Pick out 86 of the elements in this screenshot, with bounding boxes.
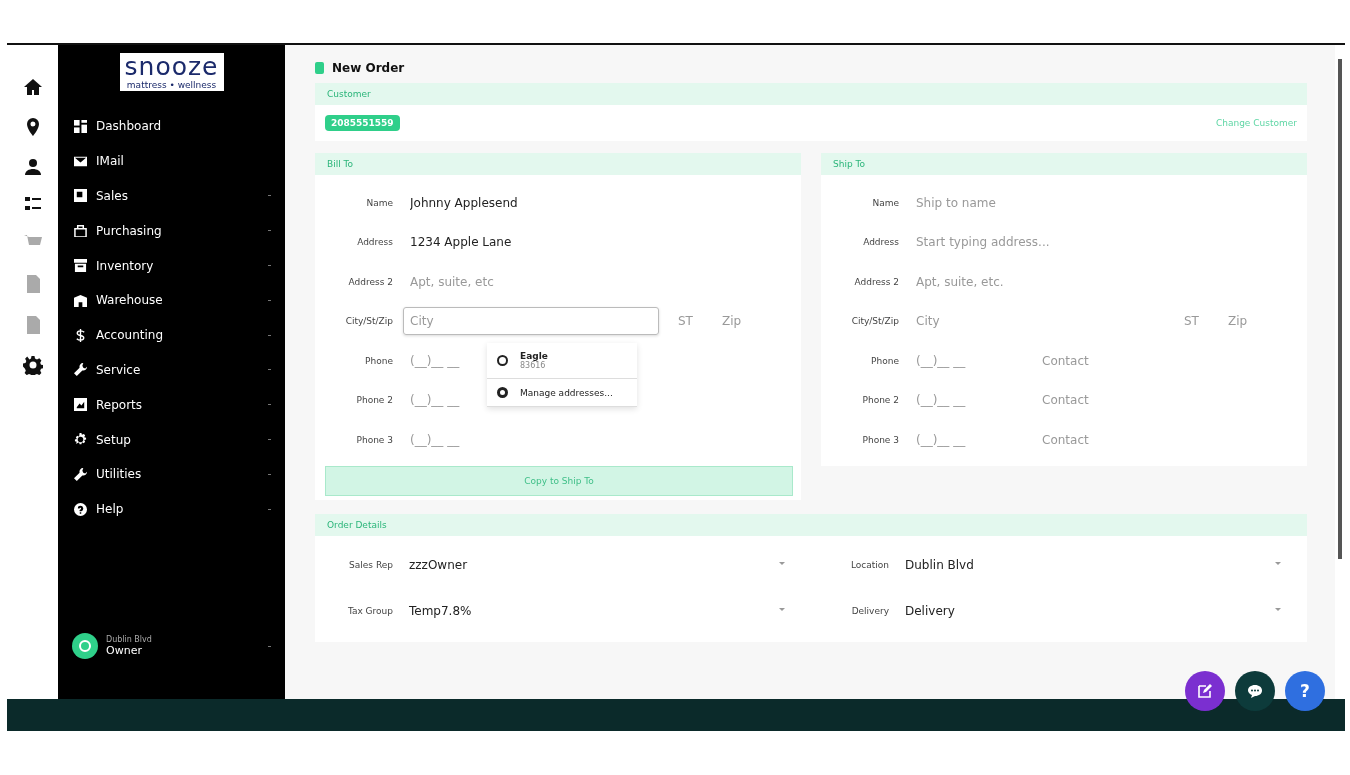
menu-item-icon bbox=[74, 398, 87, 412]
city-field[interactable]: City bbox=[403, 307, 659, 336]
chat-bubble-icon bbox=[1247, 683, 1263, 699]
zip-field[interactable]: Zip bbox=[1221, 307, 1271, 336]
edit-icon bbox=[1197, 683, 1213, 699]
document-icon bbox=[315, 62, 324, 74]
avatar-icon bbox=[72, 633, 98, 659]
contact-field[interactable]: Contact bbox=[1035, 346, 1185, 375]
sidebar-item[interactable]: Help bbox=[58, 491, 285, 527]
state-field[interactable]: ST bbox=[671, 307, 715, 336]
menu-item-icon bbox=[74, 363, 87, 377]
field-label: Location bbox=[849, 559, 889, 570]
field-label: Address 2 bbox=[347, 276, 393, 287]
menu-item-icon bbox=[74, 154, 87, 168]
dropdown-field[interactable]: Temp7.8% bbox=[403, 603, 791, 618]
user-location: Dublin Blvd bbox=[106, 635, 153, 644]
field-label: Phone 2 bbox=[355, 395, 393, 406]
sidebar-item[interactable]: Reports bbox=[58, 387, 285, 423]
field-label: Phone 2 bbox=[861, 395, 899, 406]
section-header: Ship To bbox=[821, 153, 1307, 175]
section-header: Order Details bbox=[315, 513, 1307, 536]
sidebar-item[interactable]: Utilities bbox=[58, 456, 285, 492]
text-field[interactable]: Start typing address... bbox=[909, 228, 1249, 257]
field-label: Phone 3 bbox=[355, 434, 393, 445]
field-label: Sales Rep bbox=[348, 559, 393, 570]
circle-icon bbox=[497, 355, 508, 367]
section-header: Customer bbox=[315, 83, 1307, 105]
dropdown-field[interactable]: Dublin Blvd bbox=[899, 557, 1287, 572]
zip-field[interactable]: Zip bbox=[715, 307, 765, 336]
suggestion-detail: 83616 bbox=[520, 361, 546, 371]
contact-field[interactable]: Contact bbox=[1035, 386, 1185, 415]
suggestion-item[interactable]: Manage addresses... bbox=[487, 379, 637, 408]
field-label: City/St/Zip bbox=[850, 316, 899, 327]
caret-icon bbox=[268, 645, 271, 647]
suggestion-item[interactable]: Eagle 83616 bbox=[487, 343, 637, 380]
field-label: Phone 3 bbox=[861, 434, 899, 445]
menu-item-icon bbox=[74, 259, 87, 273]
phone-field[interactable]: (__)__ __ bbox=[909, 425, 1019, 454]
menu-item-icon bbox=[74, 224, 87, 238]
text-field[interactable]: Johnny Applesend bbox=[403, 188, 743, 217]
user-switcher[interactable]: Dublin Blvd Owner bbox=[58, 633, 285, 659]
phone-field[interactable]: (__)__ __ bbox=[909, 346, 1019, 375]
field-label: Name bbox=[871, 197, 899, 208]
menu-item-icon bbox=[74, 502, 87, 516]
field-label: Phone bbox=[364, 355, 393, 366]
text-field[interactable]: 1234 Apple Lane bbox=[403, 228, 743, 257]
sidebar-item[interactable]: Purchasing bbox=[58, 213, 285, 249]
text-field[interactable]: Apt, suite, etc. bbox=[909, 267, 1249, 296]
sidebar-item[interactable]: IMail bbox=[58, 143, 285, 179]
dropdown-field[interactable]: Delivery bbox=[899, 603, 1287, 618]
suggestion-title: Manage addresses... bbox=[520, 387, 613, 398]
field-label: City/St/Zip bbox=[344, 316, 393, 327]
user-role: Owner bbox=[106, 644, 143, 657]
section-header: Bill To bbox=[315, 153, 801, 175]
field-label: Address bbox=[862, 237, 899, 248]
sidebar-item[interactable]: Inventory bbox=[58, 248, 285, 283]
suggestion-title: Eagle bbox=[520, 351, 548, 362]
sidebar-item[interactable]: Sales bbox=[58, 178, 285, 214]
field-label: Tax Group bbox=[346, 605, 393, 616]
contact-field[interactable]: Contact bbox=[1035, 425, 1185, 454]
logo: snooze mattress • wellness bbox=[119, 53, 224, 91]
field-label: Phone bbox=[870, 355, 899, 366]
text-field[interactable]: Ship to name bbox=[909, 188, 1249, 217]
menu-item-icon bbox=[74, 467, 87, 481]
field-label: Name bbox=[365, 197, 393, 208]
sidebar-item[interactable]: Setup bbox=[58, 422, 285, 457]
page-title: New Order bbox=[332, 61, 405, 75]
state-field[interactable]: ST bbox=[1177, 307, 1221, 336]
field-label: Address bbox=[356, 237, 393, 248]
circle-icon bbox=[497, 387, 508, 399]
sidebar-item[interactable]: Warehouse bbox=[58, 283, 285, 318]
dropdown-field[interactable]: zzzOwner bbox=[403, 557, 791, 572]
menu-item-icon bbox=[74, 189, 87, 203]
sidebar-item[interactable]: Service bbox=[58, 352, 285, 388]
city-field[interactable]: City bbox=[909, 307, 1165, 336]
menu-item-icon bbox=[74, 328, 87, 342]
menu-item-icon bbox=[74, 293, 87, 307]
sidebar-item[interactable]: Accounting bbox=[58, 317, 285, 353]
sidebar-item[interactable]: Dashboard bbox=[58, 109, 285, 144]
field-label: Address 2 bbox=[853, 276, 899, 287]
phone-field[interactable]: (__)__ __ bbox=[403, 425, 513, 454]
field-label: Delivery bbox=[850, 605, 889, 616]
menu-item-icon bbox=[74, 119, 87, 133]
phone-field[interactable]: (__)__ __ bbox=[909, 386, 1019, 415]
text-field[interactable]: Apt, suite, etc bbox=[403, 267, 743, 296]
menu-item-icon bbox=[74, 433, 87, 447]
